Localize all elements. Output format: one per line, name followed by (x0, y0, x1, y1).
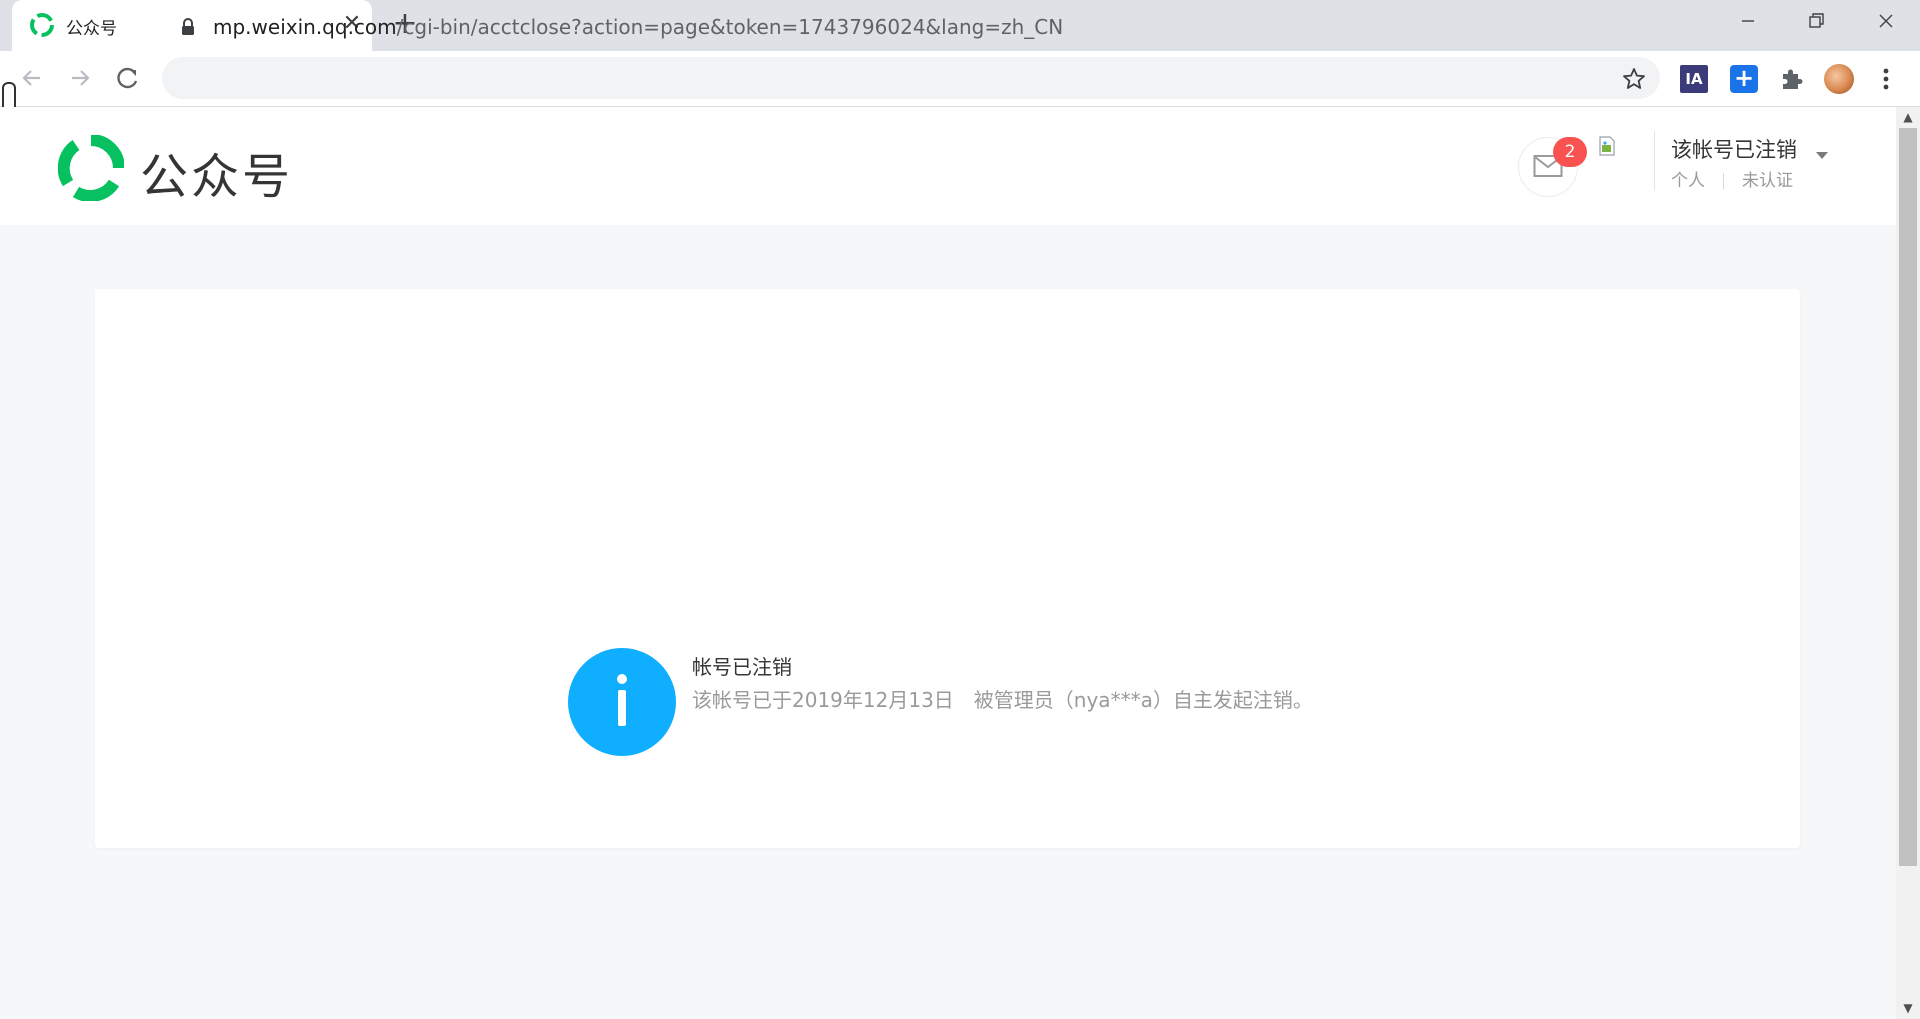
reload-icon[interactable] (110, 60, 146, 96)
url-host: mp.weixin.qq.com (213, 15, 397, 39)
info-icon-dot (617, 674, 627, 684)
forward-arrow-icon[interactable] (62, 60, 98, 96)
tab-title: 公众号 (66, 19, 117, 39)
account-dropdown-icon[interactable] (1816, 152, 1828, 159)
ia-extension-icon[interactable]: IA (1680, 65, 1708, 93)
status-description: 该帐号已于2019年12月13日 被管理员（nya***a）自主发起注销。 (692, 688, 1313, 712)
plus-extension-icon[interactable]: + (1730, 65, 1758, 93)
main-card (95, 289, 1800, 848)
url-path: /cgi-bin/acctclose?action=page&token=174… (396, 15, 1064, 39)
profile-avatar-icon[interactable] (1824, 64, 1854, 94)
status-title: 帐号已注销 (692, 655, 792, 679)
window-restore-icon[interactable] (1782, 0, 1850, 42)
address-url[interactable]: mp.weixin.qq.com/cgi-bin/acctclose?actio… (213, 15, 1063, 39)
scroll-up-arrow-icon[interactable]: ▲ (1896, 107, 1920, 127)
meta-divider (1723, 173, 1724, 189)
more-menu-icon[interactable] (1872, 63, 1900, 95)
info-icon-bar (618, 690, 626, 726)
address-bar[interactable] (162, 57, 1660, 99)
wechat-mp-logo-icon[interactable] (58, 135, 124, 201)
account-verification: 未认证 (1742, 171, 1793, 191)
window-close-icon[interactable] (1852, 0, 1920, 42)
puzzle-icon[interactable] (1777, 65, 1805, 93)
broken-image-icon (1599, 136, 1615, 156)
scrollbar-thumb[interactable] (1899, 128, 1917, 866)
scroll-down-arrow-icon[interactable]: ▼ (1896, 998, 1920, 1018)
window-minimize-icon[interactable] (1714, 0, 1782, 42)
account-name[interactable]: 该帐号已注销 (1671, 134, 1797, 164)
wechat-mp-favicon-icon (30, 13, 54, 37)
lock-icon[interactable] (180, 18, 196, 36)
mail-badge: 2 (1553, 137, 1587, 167)
bookmark-star-icon[interactable] (1621, 66, 1647, 92)
back-arrow-icon[interactable] (14, 60, 50, 96)
account-type: 个人 (1671, 171, 1705, 191)
logo-title[interactable]: 公众号 (140, 137, 293, 207)
account-meta: 个人 未认证 (1671, 166, 1793, 191)
